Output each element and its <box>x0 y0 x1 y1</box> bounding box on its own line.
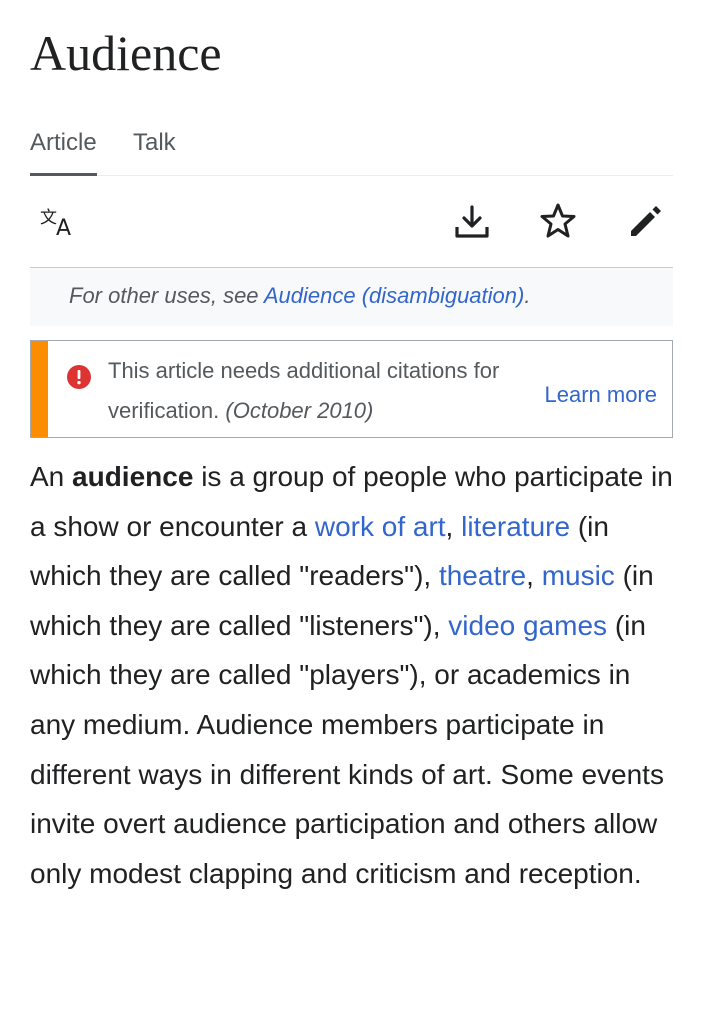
disambiguation-link[interactable]: Audience (disambiguation) <box>264 283 525 308</box>
language-icon[interactable]: 文 A <box>38 201 78 241</box>
text-segment: , <box>445 510 462 542</box>
notice-message: This article needs additional citations … <box>108 351 528 431</box>
notice-accent-bar <box>31 341 48 437</box>
text-segment: , <box>526 560 542 592</box>
tab-article[interactable]: Article <box>30 125 97 176</box>
text-segment: (in which they are called "players"), or… <box>30 609 664 889</box>
video-games-link[interactable]: video games <box>448 610 607 641</box>
article-body: An audience is a group of people who par… <box>30 452 680 898</box>
music-link[interactable]: music <box>542 560 615 591</box>
svg-text:A: A <box>56 216 71 241</box>
namespace-tabs: Article Talk <box>30 125 673 176</box>
hatnote-prefix: For other uses, see <box>69 283 264 308</box>
download-icon[interactable] <box>452 201 492 241</box>
text-segment: An <box>30 461 73 492</box>
theatre-link[interactable]: theatre <box>439 560 526 591</box>
tab-talk[interactable]: Talk <box>133 125 176 175</box>
citation-notice: This article needs additional citations … <box>30 340 673 438</box>
star-icon[interactable] <box>538 201 578 241</box>
bold-term: audience <box>72 461 194 492</box>
notice-date: (October 2010) <box>225 398 374 423</box>
hatnote-suffix: . <box>524 283 531 308</box>
hatnote-text: For other uses, see Audience (disambigua… <box>69 283 530 309</box>
article-page: Audience Article Talk 文 A For other uses… <box>0 0 703 1023</box>
literature-link[interactable]: literature <box>461 511 570 542</box>
warning-icon <box>67 365 91 389</box>
page-actions-toolbar: 文 A <box>30 177 673 268</box>
svg-text:文: 文 <box>40 208 57 228</box>
lead-paragraph: An audience is a group of people who par… <box>30 452 680 898</box>
work-of-art-link[interactable]: work of art <box>315 511 446 542</box>
edit-icon[interactable] <box>625 201 665 241</box>
page-title: Audience <box>30 25 222 81</box>
learn-more-link[interactable]: Learn more <box>544 382 657 408</box>
hatnote: For other uses, see Audience (disambigua… <box>30 268 673 326</box>
